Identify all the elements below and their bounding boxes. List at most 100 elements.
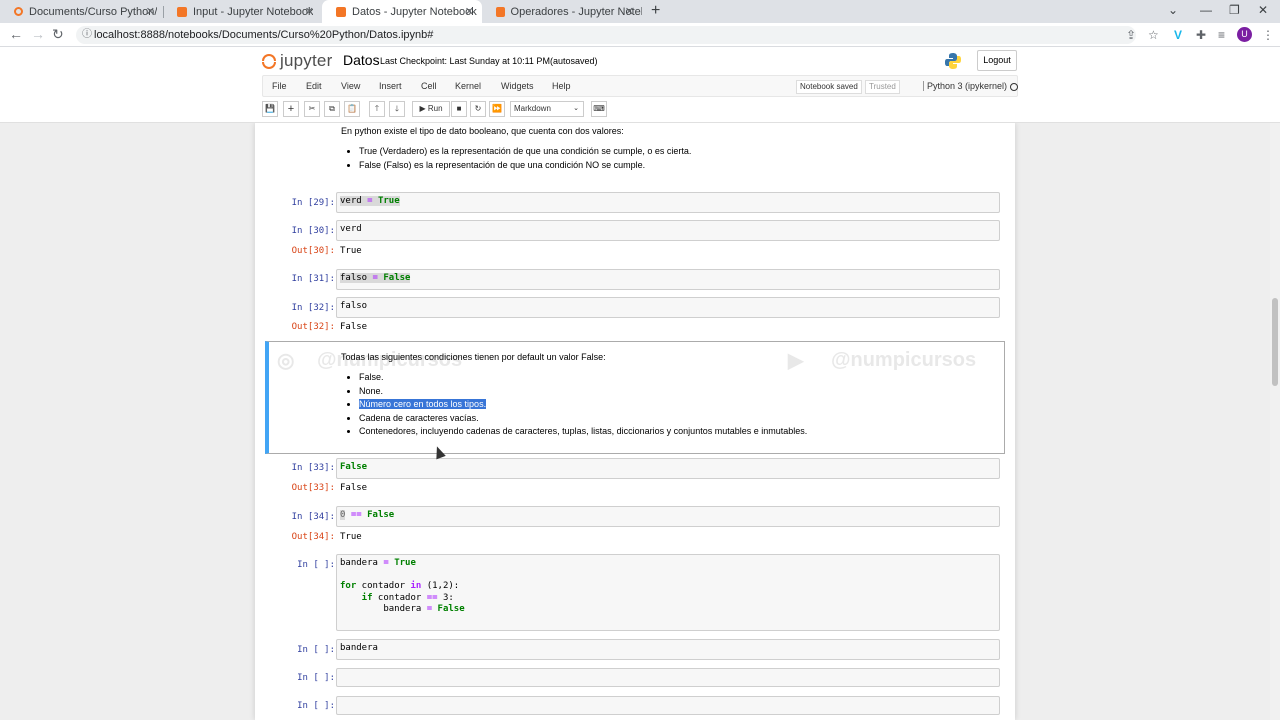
kernel-status-icon	[1010, 83, 1018, 91]
markdown-paragraph: Todas las siguientes condiciones tienen …	[341, 352, 606, 362]
run-label: Run	[427, 104, 443, 113]
close-window-icon[interactable]: ✕	[1258, 3, 1268, 17]
browser-tab[interactable]: Operadores - Jupyter Notebook ✕	[482, 0, 642, 23]
trusted-indicator[interactable]: Trusted	[865, 80, 900, 94]
copy-icon[interactable]: ⧉	[324, 101, 340, 117]
notebook-name[interactable]: Datos	[343, 52, 380, 68]
bookmark-star-icon[interactable]: ☆	[1148, 28, 1159, 42]
code-cell-input[interactable]: verd = True	[336, 192, 1000, 213]
restart-icon[interactable]: ↻	[470, 101, 486, 117]
tab-title: Input - Jupyter Notebook	[193, 5, 314, 18]
new-tab-icon[interactable]: +	[651, 2, 660, 20]
info-icon[interactable]: ⓘ	[82, 26, 92, 44]
code-cell-input[interactable]: verd	[336, 220, 1000, 241]
cell-type-select[interactable]: Markdown ⌄	[510, 101, 584, 117]
menu-insert[interactable]: Insert	[379, 81, 402, 91]
minimize-icon[interactable]: —	[1200, 3, 1212, 17]
menu-help[interactable]: Help	[552, 81, 571, 91]
code-token: True	[377, 196, 400, 206]
menu-edit[interactable]: Edit	[306, 81, 322, 91]
tab-search-icon[interactable]: ⌄	[1168, 3, 1178, 17]
code-token: =	[367, 273, 384, 283]
restart-run-all-icon[interactable]: ⏩	[489, 101, 505, 117]
menu-cell[interactable]: Cell	[421, 81, 437, 91]
code-token: verd	[340, 196, 362, 206]
code-cell-input[interactable]: bandera	[336, 639, 1000, 660]
browser-tab[interactable]: Input - Jupyter Notebook ✕	[163, 0, 322, 23]
vimeo-extension-icon[interactable]: V	[1174, 28, 1182, 42]
reload-icon[interactable]: ↻	[52, 26, 64, 43]
move-down-icon[interactable]: 🡓	[389, 101, 405, 117]
back-icon[interactable]: ←	[9, 26, 23, 42]
save-icon[interactable]: 💾	[262, 101, 278, 117]
menu-dots-icon[interactable]: ⋮	[1262, 28, 1274, 42]
scrollbar-thumb[interactable]	[1272, 298, 1278, 386]
insert-cell-icon[interactable]: +	[283, 101, 299, 117]
url-field[interactable]: ⓘ localhost:8888/notebooks/Documents/Cur…	[76, 26, 1136, 44]
move-up-icon[interactable]: 🡑	[369, 101, 385, 117]
logout-button[interactable]: Logout	[977, 50, 1017, 71]
notebook-container: En python existe el tipo de dato boolean…	[255, 123, 1015, 720]
list-item: False.	[359, 371, 1001, 385]
close-tab-icon[interactable]: ✕	[146, 5, 155, 18]
code-token: False	[340, 462, 368, 472]
code-line: for contador in (1,2):	[340, 581, 460, 591]
logo-text: jupyter	[280, 51, 333, 70]
paste-icon[interactable]: 📋	[344, 101, 360, 117]
code-token: False	[383, 273, 411, 283]
list-item: Cadena de caracteres vacías.	[359, 412, 1001, 426]
share-icon[interactable]: ⇪	[1126, 28, 1136, 42]
input-prompt: In [30]:	[291, 226, 335, 236]
code-cell-input[interactable]	[336, 668, 1000, 687]
code-line: bandera	[340, 643, 378, 653]
code-line: bandera = False	[340, 604, 465, 614]
menu-widgets[interactable]: Widgets	[501, 81, 534, 91]
code-cell-input[interactable]	[336, 696, 1000, 715]
kernel-name[interactable]: Python 3 (ipykernel)	[923, 81, 1007, 91]
input-prompt: In [32]:	[291, 303, 335, 313]
code-cell-input[interactable]: bandera = True for contador in (1,2): if…	[336, 554, 1000, 631]
input-prompt: In [ ]:	[297, 673, 335, 683]
input-prompt: In [ ]:	[297, 701, 335, 711]
jupyter-logo[interactable]: jupyter	[262, 51, 332, 71]
code-cell-input[interactable]: falso = False	[336, 269, 1000, 290]
interrupt-icon[interactable]: ■	[451, 101, 467, 117]
tab-title: Documents/Curso Python/	[29, 5, 158, 18]
browser-tab-active[interactable]: Datos - Jupyter Notebook ✕	[322, 0, 482, 23]
address-bar-row: ← → ↻ ⓘ localhost:8888/notebooks/Documen…	[0, 23, 1280, 47]
profile-avatar[interactable]: U	[1237, 27, 1252, 42]
notebook-scroll-area: En python existe el tipo de dato boolean…	[0, 123, 1280, 720]
cut-icon[interactable]: ✂	[304, 101, 320, 117]
media-control-icon[interactable]: ≡	[1218, 28, 1225, 42]
input-prompt: In [ ]:	[297, 560, 335, 570]
cell-type-value: Markdown	[514, 104, 551, 113]
run-button[interactable]: ▶ Run	[412, 101, 450, 117]
list-item: None.	[359, 385, 1001, 399]
code-cell-input[interactable]: falso	[336, 297, 1000, 318]
forward-icon[interactable]: →	[31, 26, 45, 42]
jupyter-header: jupyter Datos Last Checkpoint: Last Sund…	[0, 47, 1280, 123]
code-line: bandera = True	[340, 558, 416, 568]
autosave-status: (autosaved)	[550, 56, 598, 66]
code-cell-input[interactable]: 0 == False	[336, 506, 1000, 527]
list-item: True (Verdadero) es la representación de…	[359, 145, 1001, 159]
menu-view[interactable]: View	[341, 81, 360, 91]
python-logo-icon	[945, 53, 961, 69]
menu-kernel[interactable]: Kernel	[455, 81, 481, 91]
markdown-paragraph: En python existe el tipo de dato boolean…	[341, 126, 624, 136]
extensions-puzzle-icon[interactable]: ✚	[1196, 28, 1206, 42]
maximize-icon[interactable]: ❐	[1229, 3, 1240, 17]
menu-file[interactable]: File	[272, 81, 287, 91]
close-tab-icon[interactable]: ✕	[465, 5, 474, 18]
input-prompt: In [33]:	[291, 463, 335, 473]
browser-tab[interactable]: Documents/Curso Python/ ✕	[0, 0, 163, 23]
code-cell-input[interactable]: False	[336, 458, 1000, 479]
chevron-down-icon: ⌄	[573, 105, 579, 112]
close-tab-icon[interactable]: ✕	[625, 5, 634, 18]
cell-output: False	[340, 483, 368, 493]
command-palette-icon[interactable]: ⌨	[591, 101, 607, 117]
vertical-scrollbar[interactable]	[1270, 123, 1280, 720]
notebook-favicon-icon	[496, 6, 505, 17]
markdown-cell[interactable]: En python existe el tipo de dato boolean…	[341, 126, 1001, 172]
close-tab-icon[interactable]: ✕	[305, 5, 314, 18]
